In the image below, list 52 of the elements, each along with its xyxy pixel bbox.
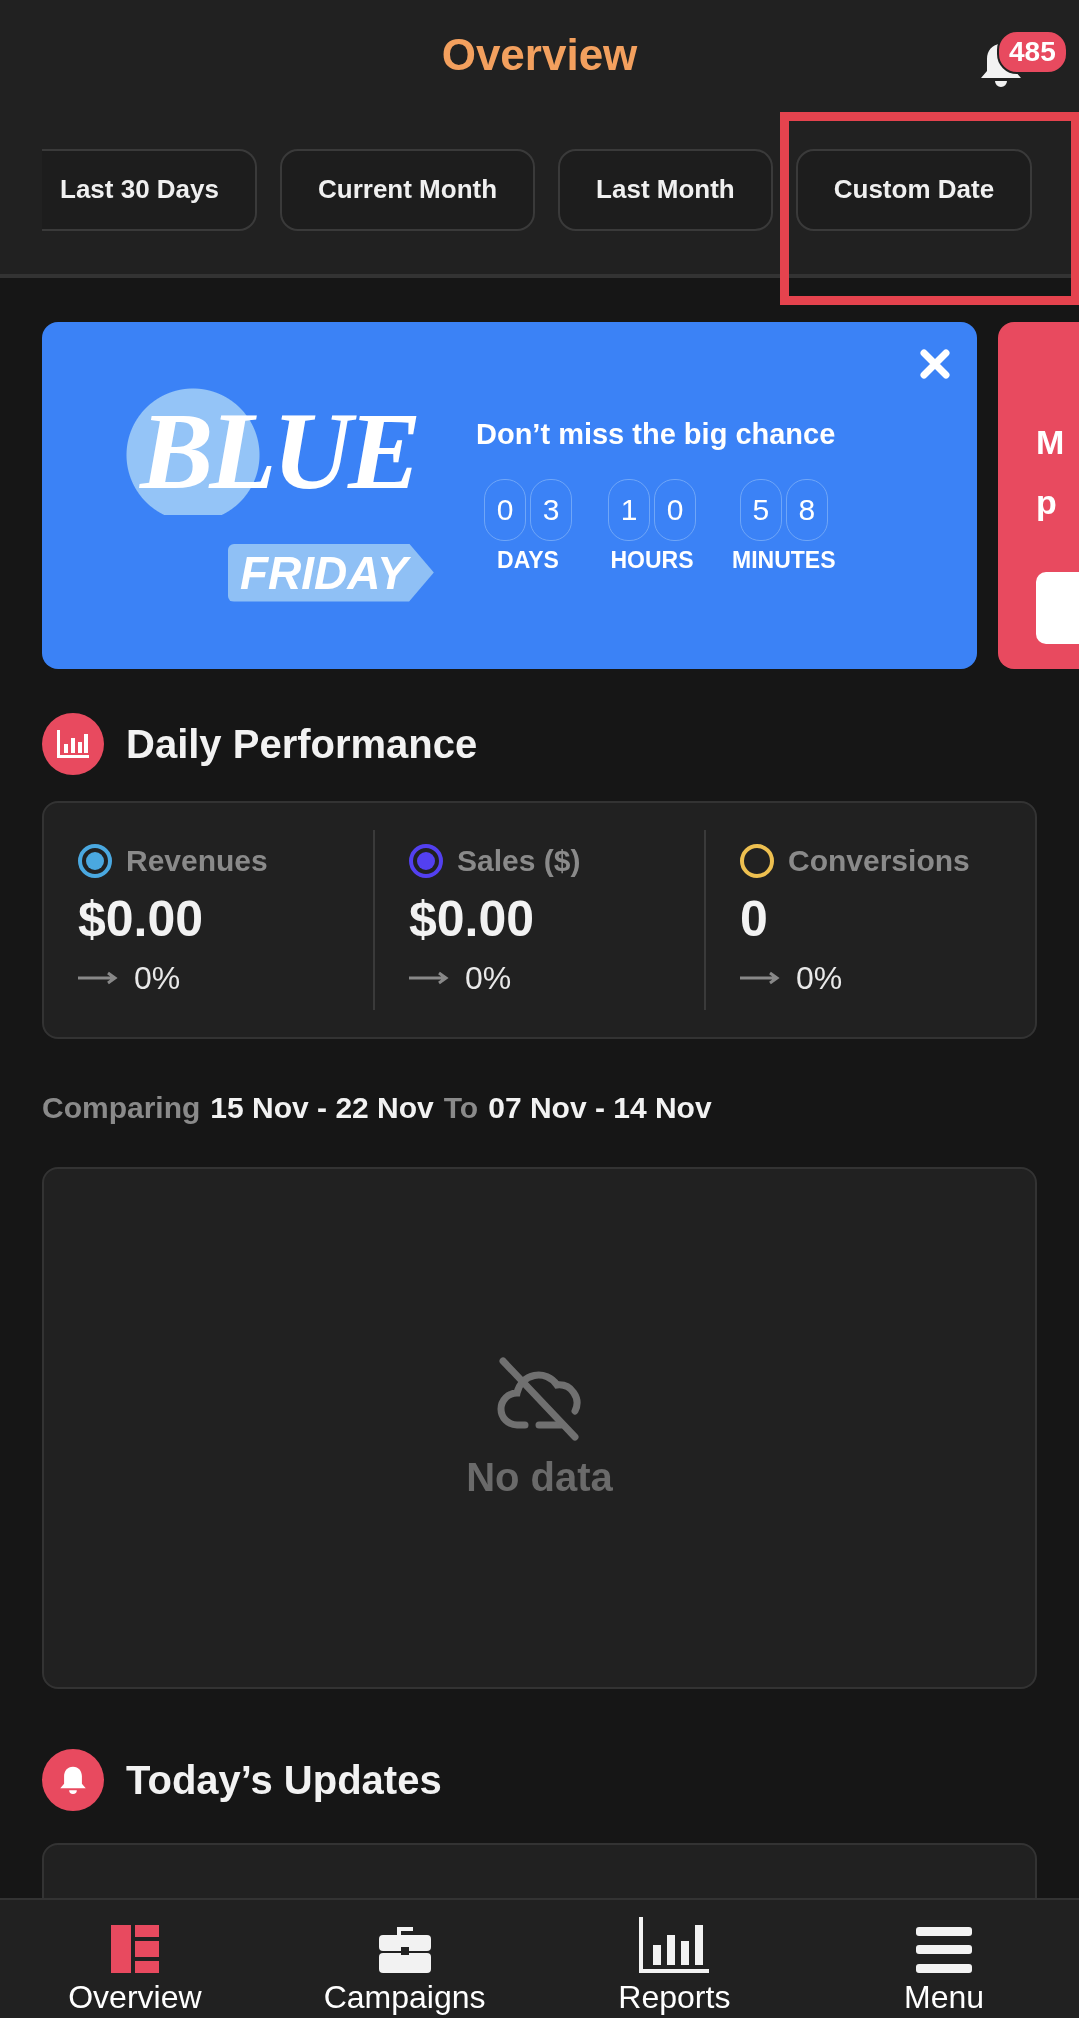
countdown-digit: 8 bbox=[785, 478, 828, 541]
dashboard-icon bbox=[110, 1925, 159, 1973]
countdown-digit: 0 bbox=[484, 478, 526, 541]
legend-dot[interactable] bbox=[409, 843, 443, 878]
nav-item[interactable]: Campaigns bbox=[269, 1900, 540, 2018]
compare-label: Comparing bbox=[42, 1091, 201, 1125]
date-range-tab[interactable]: Current Month bbox=[280, 148, 536, 231]
banner-text: p bbox=[1036, 482, 1058, 523]
metric-value: 0 bbox=[740, 889, 769, 948]
page-title: Overview bbox=[441, 30, 638, 80]
arrow-icon bbox=[740, 971, 780, 985]
banner-headline: Don’t miss the big chance bbox=[476, 417, 836, 451]
nav-item[interactable]: Menu bbox=[809, 1900, 1079, 2018]
close-icon[interactable] bbox=[919, 348, 951, 380]
promo-banner[interactable]: M p bbox=[998, 322, 1079, 669]
countdown-digit: 0 bbox=[654, 478, 696, 541]
metric-change: 0% bbox=[796, 959, 843, 997]
menu-icon bbox=[916, 1927, 973, 1973]
countdown-digit: 3 bbox=[530, 478, 572, 541]
countdown-unit: MINUTES bbox=[732, 546, 836, 574]
bar-chart-icon bbox=[639, 1917, 710, 1973]
countdown-digit: 1 bbox=[608, 478, 650, 541]
section-title: Daily Performance bbox=[126, 721, 478, 767]
briefcase-icon bbox=[378, 1925, 431, 1973]
arrow-icon bbox=[409, 971, 449, 985]
metric-label: Sales ($) bbox=[457, 843, 581, 878]
notification-badge: 485 bbox=[997, 30, 1068, 74]
arrow-icon bbox=[78, 971, 118, 985]
metric-value: $0.00 bbox=[78, 889, 205, 948]
date-range: 15 Nov - 22 Nov bbox=[210, 1091, 434, 1125]
empty-state-text: No data bbox=[466, 1454, 613, 1500]
metric-label: Conversions bbox=[788, 843, 970, 878]
banner-text: M bbox=[1036, 422, 1066, 463]
metric-change: 0% bbox=[134, 959, 181, 997]
countdown-unit: DAYS bbox=[497, 546, 559, 574]
countdown-unit: HOURS bbox=[610, 546, 694, 574]
date-range: 07 Nov - 14 Nov bbox=[488, 1091, 712, 1125]
metric-value: $0.00 bbox=[409, 889, 536, 948]
promo-banner[interactable]: BLUE FRIDAY Don’t miss the big chance 0 3 DAYS 1 0 HOURS 5 8 MINUTES bbox=[42, 322, 977, 669]
metric-label: Revenues bbox=[126, 843, 268, 878]
date-range-tab[interactable]: Last Month bbox=[558, 148, 773, 231]
date-range-tab[interactable]: Last 30 Days bbox=[42, 148, 257, 231]
logo-tag: FRIDAY bbox=[228, 543, 434, 602]
legend-dot[interactable] bbox=[78, 843, 112, 878]
nav-item[interactable]: Overview bbox=[0, 1900, 270, 2018]
legend-dot[interactable] bbox=[740, 843, 774, 878]
nav-item[interactable]: Reports bbox=[539, 1900, 810, 2018]
countdown-digit: 5 bbox=[739, 478, 782, 541]
date-range-tab[interactable]: Custom Date bbox=[795, 148, 1033, 231]
compare-label: To bbox=[443, 1091, 479, 1125]
metric-change: 0% bbox=[465, 959, 512, 997]
section-title: Today’s Updates bbox=[126, 1757, 442, 1803]
